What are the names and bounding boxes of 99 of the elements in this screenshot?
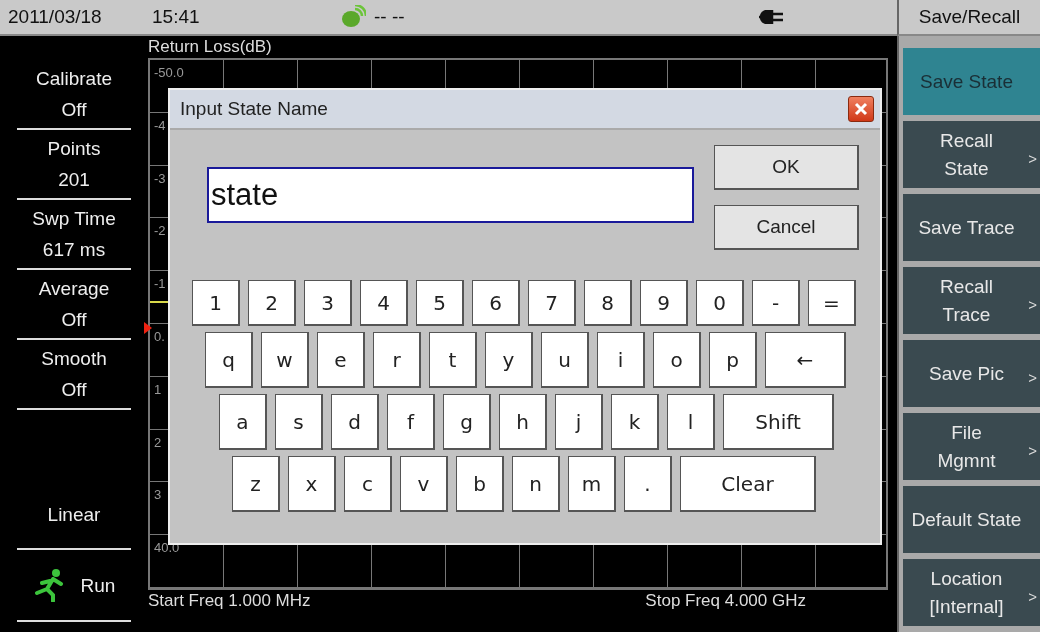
- setting-value: Off: [61, 98, 87, 122]
- dialog-button[interactable]: OK: [714, 145, 859, 190]
- keyboard-key[interactable]: w: [261, 332, 309, 388]
- keyboard-key[interactable]: k: [611, 394, 659, 450]
- time-text: 15:41: [152, 6, 201, 28]
- keyboard-key[interactable]: p: [709, 332, 757, 388]
- trace-line: [150, 301, 170, 303]
- axis-label: 0.: [154, 329, 165, 344]
- keyboard-key[interactable]: a: [219, 394, 267, 450]
- setting-item[interactable]: Average Off: [17, 270, 131, 340]
- keyboard-key[interactable]: g: [443, 394, 491, 450]
- keyboard-key[interactable]: 7: [528, 280, 576, 326]
- setting-item[interactable]: Smooth Off: [17, 340, 131, 410]
- plug-icon: [759, 10, 785, 24]
- name-input[interactable]: state: [207, 167, 694, 223]
- run-text: Run: [80, 573, 116, 598]
- menu-button[interactable]: Location [Internal] >: [903, 559, 1040, 626]
- keyboard-key[interactable]: 1: [192, 280, 240, 326]
- keyboard-key[interactable]: i: [597, 332, 645, 388]
- setting-label: Points: [47, 137, 101, 161]
- setting-value: 617 ms: [42, 238, 106, 262]
- keyboard-key[interactable]: l: [667, 394, 715, 450]
- keyboard-key[interactable]: o: [653, 332, 701, 388]
- keyboard-key[interactable]: 5: [416, 280, 464, 326]
- setting-item[interactable]: Calibrate Off: [17, 60, 131, 130]
- keyboard-key[interactable]: b: [456, 456, 504, 512]
- menu-button[interactable]: Default State: [903, 486, 1040, 553]
- scale-item[interactable]: Linear: [17, 480, 131, 550]
- keyboard-key[interactable]: ←: [765, 332, 846, 388]
- keyboard-key[interactable]: u: [541, 332, 589, 388]
- keyboard-key[interactable]: 8: [584, 280, 632, 326]
- setting-label: Average: [38, 277, 110, 301]
- chevron-icon: >: [1028, 583, 1037, 611]
- keyboard-key[interactable]: 2: [248, 280, 296, 326]
- setting-value: 201: [58, 168, 90, 192]
- keyboard-key[interactable]: x: [288, 456, 336, 512]
- keyboard-key[interactable]: Clear: [680, 456, 816, 512]
- setting-value: Off: [61, 308, 87, 332]
- chevron-icon: >: [1028, 437, 1037, 465]
- keyboard-key[interactable]: z: [232, 456, 280, 512]
- keyboard-key[interactable]: e: [317, 332, 365, 388]
- axis-label: 1: [154, 381, 162, 397]
- run-item[interactable]: Run: [17, 550, 131, 622]
- keyboard-key[interactable]: .: [624, 456, 672, 512]
- axis-label: 2: [154, 434, 162, 450]
- setting-item[interactable]: Swp Time 617 ms: [17, 200, 131, 270]
- keyboard-key[interactable]: 0: [696, 280, 744, 326]
- scale-text: Linear: [47, 502, 101, 527]
- setting-item[interactable]: Points 201: [17, 130, 131, 200]
- setting-value: Off: [61, 378, 87, 402]
- keyboard-key[interactable]: q: [205, 332, 253, 388]
- chevron-icon: >: [1028, 364, 1037, 392]
- chevron-icon: >: [1028, 291, 1037, 319]
- keyboard-key[interactable]: 9: [640, 280, 688, 326]
- keyboard-key[interactable]: m: [568, 456, 616, 512]
- keyboard-key[interactable]: c: [344, 456, 392, 512]
- date-text: 2011/03/18: [8, 6, 103, 28]
- marker-icon: [144, 322, 152, 334]
- satellite-icon: [340, 5, 366, 29]
- axis-label: -50.0: [154, 65, 184, 80]
- axis-label: -2: [154, 223, 166, 239]
- keyboard-key[interactable]: Shift: [723, 394, 834, 450]
- keyboard-key[interactable]: d: [331, 394, 379, 450]
- keyboard-key[interactable]: -: [752, 280, 800, 326]
- keyboard-key[interactable]: =: [808, 280, 856, 326]
- gps-status-text: -- --: [374, 6, 406, 28]
- setting-label: Calibrate: [35, 67, 112, 91]
- axis-label: -4: [154, 117, 166, 133]
- keyboard-key[interactable]: h: [499, 394, 547, 450]
- keyboard-key[interactable]: y: [485, 332, 533, 388]
- chevron-icon: >: [1028, 145, 1037, 173]
- close-button[interactable]: [848, 96, 874, 122]
- keyboard-key[interactable]: t: [429, 332, 477, 388]
- close-icon: [853, 101, 869, 117]
- dialog-title: Input State Name: [180, 98, 328, 120]
- start-freq-text: Start Freq 1.000 MHz: [148, 590, 311, 612]
- stop-freq-text: Stop Freq 4.000 GHz: [645, 590, 806, 612]
- setting-label: Smooth: [41, 347, 107, 371]
- keyboard-key[interactable]: 3: [304, 280, 352, 326]
- menu-button[interactable]: Save Trace: [903, 194, 1040, 261]
- setting-label: Swp Time: [32, 207, 116, 231]
- keyboard-key[interactable]: j: [555, 394, 603, 450]
- axis-label: -3: [154, 170, 166, 186]
- dialog-button[interactable]: Cancel: [714, 205, 859, 250]
- keyboard-key[interactable]: v: [400, 456, 448, 512]
- axis-label: -1: [154, 276, 166, 292]
- axis-label: 3: [154, 487, 162, 503]
- menu-button[interactable]: Recall State >: [903, 121, 1040, 188]
- menu-button[interactable]: Recall Trace >: [903, 267, 1040, 334]
- keyboard-key[interactable]: f: [387, 394, 435, 450]
- keyboard-key[interactable]: n: [512, 456, 560, 512]
- chart-title: Return Loss(dB): [148, 36, 273, 58]
- menu-button[interactable]: Save Pic >: [903, 340, 1040, 407]
- menu-button[interactable]: File Mgmnt >: [903, 413, 1040, 480]
- keyboard-key[interactable]: s: [275, 394, 323, 450]
- keyboard-key[interactable]: 4: [360, 280, 408, 326]
- menu-title: Save/Recall: [897, 0, 1040, 36]
- keyboard-key[interactable]: r: [373, 332, 421, 388]
- keyboard-key[interactable]: 6: [472, 280, 520, 326]
